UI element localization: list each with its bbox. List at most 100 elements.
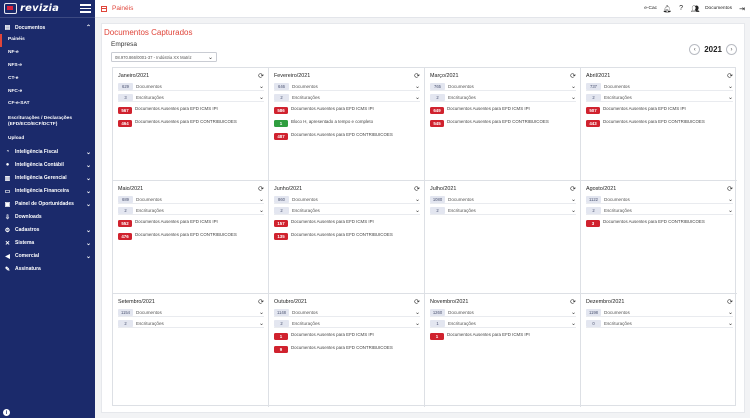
sidebar-item-documentos[interactable]: ▤ Documentos ⌃ (0, 21, 95, 34)
sidebar-subitem[interactable]: NF-e (0, 47, 95, 60)
refresh-icon[interactable]: ⟳ (727, 298, 733, 306)
refresh-icon[interactable]: ⟳ (258, 72, 264, 80)
sidebar-item[interactable]: ▭ Inteligência Financeira ⌄ (0, 185, 95, 198)
escrituracoes-row[interactable]: 2 Escriturações ⌄ (586, 94, 733, 102)
escrituracoes-row[interactable]: 1 Escriturações ⌄ (430, 320, 576, 328)
alert-item[interactable]: 507 Documentos Ausentes para EFD ICMS IPI (586, 105, 733, 115)
bell-icon[interactable]: 🔔︎ (663, 5, 672, 13)
sidebar-item[interactable]: ✎ Assinatura (0, 263, 95, 276)
info-icon[interactable]: i (3, 409, 10, 416)
refresh-icon[interactable]: ⟳ (570, 185, 576, 193)
sidebar-subitem[interactable]: CT-e (0, 72, 95, 85)
alert-item[interactable]: 443 Documentos Ausentes para EFD CONTRIBU… (586, 118, 733, 128)
alert-text: Bloco H, apresentado a tempo e completo (291, 118, 374, 124)
alert-item[interactable]: 649 Documentos Ausentes para EFD ICMS IPI (430, 105, 576, 115)
alert-item[interactable]: 545 Documentos Ausentes para EFD CONTRIBU… (430, 118, 576, 128)
documents-row[interactable]: 689 Documentos ⌄ (118, 196, 264, 204)
sidebar-subitem[interactable]: NFC-e (0, 85, 95, 98)
documents-row[interactable]: 1260 Documentos ⌄ (430, 309, 576, 317)
sidebar-subitem[interactable]: NFS-e (0, 60, 95, 73)
escrituracoes-count: 2 (430, 94, 445, 101)
documents-link[interactable]: Documentos (705, 6, 732, 11)
alert-item[interactable]: 1 Bloco H, apresentado a tempo e completo (274, 118, 420, 128)
escrituracoes-row[interactable]: 3 Escriturações ⌄ (118, 94, 264, 102)
help-icon[interactable]: ? (677, 5, 685, 13)
chevron-down-icon: ⌄ (258, 310, 264, 316)
chevron-down-icon: ⌄ (727, 208, 733, 214)
chevron-down-icon: ⌄ (258, 95, 264, 101)
documents-row[interactable]: 860 Documentos ⌄ (274, 196, 420, 204)
alert-item[interactable]: 3 Documentos Ausentes para EFD CONTRIBUIC… (586, 218, 733, 228)
month-card: Março/2021 ⟳ 765 Documentos ⌄ 2 Escriturações ⌄… (425, 68, 581, 181)
documents-row[interactable]: 1154 Documentos ⌄ (118, 309, 264, 317)
sidebar-item[interactable]: ◀ Comercial ⌄ (0, 250, 95, 263)
users-icon[interactable]: 👥︎ (691, 5, 700, 13)
ecac-link[interactable]: e-Cac (644, 6, 657, 11)
refresh-icon[interactable]: ⟳ (414, 185, 420, 193)
alert-item[interactable]: 586 Documentos Ausentes para EFD ICMS IPI (274, 105, 420, 115)
refresh-icon[interactable]: ⟳ (727, 185, 733, 193)
documents-row[interactable]: 1080 Documentos ⌄ (430, 196, 576, 204)
month-card: Abril/2021 ⟳ 737 Documentos ⌄ 2 Escriturações ⌄… (581, 68, 737, 181)
company-value: 08.970.866/0001-37 - Indústria XX Matriz (115, 54, 192, 60)
alert-item[interactable]: 9 Documentos Ausentes para EFD CONTRIBUIC… (274, 344, 420, 354)
escrituracoes-row[interactable]: 0 Escriturações ⌄ (586, 320, 733, 328)
megaphone-icon: ◀ (5, 253, 10, 260)
documents-row[interactable]: 646 Documentos ⌄ (274, 83, 420, 91)
chevron-down-icon: ⌄ (570, 197, 576, 203)
documents-row[interactable]: 737 Documentos ⌄ (586, 83, 733, 91)
escrituracoes-row[interactable]: 2 Escriturações ⌄ (586, 207, 733, 215)
documents-row[interactable]: 765 Documentos ⌄ (430, 83, 576, 91)
sidebar-item[interactable]: ● Inteligência Contábil ⌄ (0, 159, 95, 172)
sidebar-item-label: Inteligência Gerencial (15, 175, 67, 182)
breadcrumb: Painéis (112, 5, 134, 12)
next-year-button[interactable]: › (726, 44, 737, 55)
alert-badge: 1 (430, 332, 444, 340)
sidebar-item[interactable]: ▣ Painel de Oportunidades ⌄ (0, 198, 95, 211)
documents-row[interactable]: 1122 Documentos ⌄ (586, 196, 733, 204)
sidebar-item[interactable]: ✕ Sistema ⌄ (0, 237, 95, 250)
chevron-down-icon: ⌄ (727, 321, 733, 327)
documents-row[interactable]: 1148 Documentos ⌄ (274, 309, 420, 317)
sidebar-subitem[interactable]: Upload (0, 133, 95, 146)
alert-item[interactable]: 552 Documentos Ausentes para EFD ICMS IPI (118, 218, 264, 228)
refresh-icon[interactable]: ⟳ (570, 298, 576, 306)
logo[interactable]: revizia (0, 0, 95, 18)
escrituracoes-row[interactable]: 2 Escriturações ⌄ (430, 207, 576, 215)
alert-item[interactable]: 135 Documentos Ausentes para EFD CONTRIBU… (274, 231, 420, 241)
sidebar-subitem[interactable]: CF-e-SAT (0, 98, 95, 111)
hamburger-menu-icon[interactable] (80, 4, 91, 13)
sidebar-subitem[interactable]: Painéis (0, 34, 95, 47)
refresh-icon[interactable]: ⟳ (414, 298, 420, 306)
alert-item[interactable]: 567 Documentos Ausentes para EFD ICMS IPI (118, 105, 264, 115)
sidebar-subitem[interactable]: Escriturações / Declarações (EFD/ECD/ECF… (0, 111, 95, 133)
sidebar-item[interactable]: ⚙ Cadastros ⌄ (0, 224, 95, 237)
refresh-icon[interactable]: ⟳ (258, 298, 264, 306)
logout-icon[interactable]: ⇥ (738, 5, 746, 13)
sidebar-item[interactable]: ▥ Inteligência Gerencial ⌄ (0, 172, 95, 185)
refresh-icon[interactable]: ⟳ (570, 72, 576, 80)
alert-item[interactable]: 464 Documentos Ausentes para EFD CONTRIBU… (118, 118, 264, 128)
refresh-icon[interactable]: ⟳ (414, 72, 420, 80)
prev-year-button[interactable]: ‹ (689, 44, 701, 55)
escrituracoes-label: Escriturações (292, 95, 320, 100)
documents-row[interactable]: 1198 Documentos ⌄ (586, 309, 733, 317)
alert-item[interactable]: 476 Documentos Ausentes para EFD CONTRIBU… (118, 231, 264, 241)
alert-item[interactable]: 157 Documentos Ausentes para EFD ICMS IPI (274, 218, 420, 228)
alert-item[interactable]: 1 Documentos Ausentes para EFD ICMS IPI (430, 331, 576, 341)
escrituracoes-row[interactable]: 2 Escriturações ⌄ (430, 94, 576, 102)
chevron-down-icon: ⌄ (414, 208, 420, 214)
refresh-icon[interactable]: ⟳ (258, 185, 264, 193)
sidebar-item[interactable]: ◔ Inteligência Fiscal ⌄ (0, 146, 95, 159)
company-select[interactable]: 08.970.866/0001-37 - Indústria XX Matriz… (111, 52, 217, 62)
escrituracoes-row[interactable]: 2 Escriturações ⌄ (274, 207, 420, 215)
escrituracoes-row[interactable]: 2 Escriturações ⌄ (274, 94, 420, 102)
alert-item[interactable]: 1 Documentos Ausentes para EFD ICMS IPI (274, 331, 420, 341)
sidebar-item[interactable]: ⇩ Downloads (0, 211, 95, 224)
escrituracoes-row[interactable]: 2 Escriturações ⌄ (274, 320, 420, 328)
alert-item[interactable]: 487 Documentos Ausentes para EFD CONTRIBU… (274, 131, 420, 141)
escrituracoes-row[interactable]: 2 Escriturações ⌄ (118, 207, 264, 215)
documents-row[interactable]: 629 Documentos ⌄ (118, 83, 264, 91)
escrituracoes-row[interactable]: 2 Escriturações ⌄ (118, 320, 264, 328)
refresh-icon[interactable]: ⟳ (727, 72, 733, 80)
